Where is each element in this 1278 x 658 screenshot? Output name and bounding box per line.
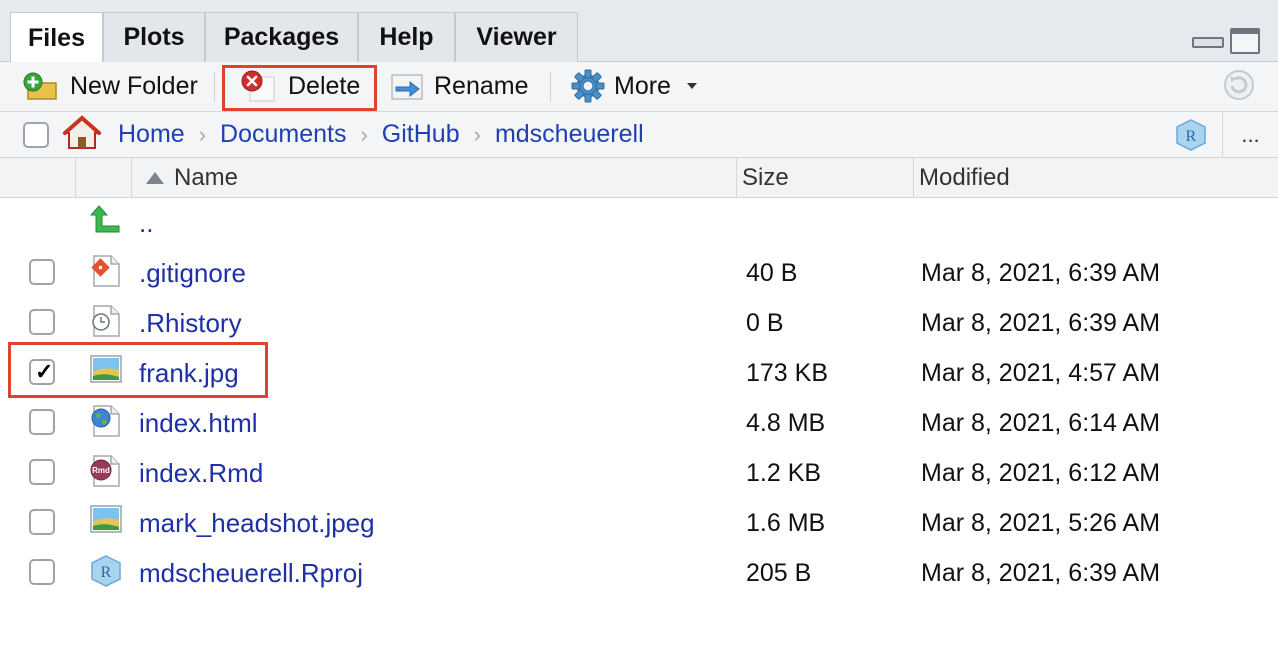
tab-help-label: Help <box>379 23 434 51</box>
tab-plots-label: Plots <box>123 23 185 51</box>
chevron-right-icon: › <box>360 121 368 147</box>
file-modified: Mar 8, 2021, 4:57 AM <box>921 359 1161 387</box>
rename-button[interactable]: Rename <box>390 62 529 110</box>
rmd-file-icon: Rmd <box>90 455 120 487</box>
breadcrumb-path: Home › Documents › GitHub › mdscheuerell <box>118 120 644 149</box>
row-checkbox[interactable] <box>29 559 55 585</box>
row-checkbox[interactable] <box>29 509 55 535</box>
tab-packages[interactable]: Packages <box>205 12 358 62</box>
rename-icon <box>391 74 423 100</box>
row-checkbox[interactable] <box>29 259 55 285</box>
tab-viewer[interactable]: Viewer <box>455 12 578 62</box>
table-row[interactable]: .gitignore 40 B Mar 8, 2021, 6:39 AM <box>0 248 1278 298</box>
file-name-link[interactable]: .gitignore <box>139 258 246 289</box>
caret-down-icon <box>686 83 697 89</box>
up-arrow-icon <box>89 205 120 233</box>
chevron-right-icon: › <box>473 121 481 147</box>
rproject-icon[interactable]: R <box>1174 118 1208 152</box>
file-size: 40 B <box>746 259 798 287</box>
new-folder-label: New Folder <box>70 71 198 100</box>
pane-tab-bar: Files Plots Packages Help Viewer <box>0 0 1278 63</box>
table-row[interactable]: R mdscheuerell.Rproj 205 B Mar 8, 2021, … <box>0 548 1278 598</box>
file-name-link[interactable]: .Rhistory <box>139 308 242 339</box>
svg-text:R: R <box>1186 128 1197 145</box>
column-header-size[interactable]: Size <box>742 158 789 198</box>
breadcrumb-github[interactable]: GitHub <box>382 120 460 149</box>
file-size: 205 B <box>746 559 812 587</box>
column-divider <box>736 158 737 198</box>
git-file-icon <box>91 255 120 287</box>
breadcrumb-documents[interactable]: Documents <box>220 120 346 149</box>
file-name-link[interactable]: index.html <box>139 408 258 439</box>
file-modified: Mar 8, 2021, 6:39 AM <box>921 259 1161 287</box>
svg-text:R: R <box>101 564 112 581</box>
table-row[interactable]: .Rhistory 0 B Mar 8, 2021, 6:39 AM <box>0 298 1278 348</box>
history-file-icon <box>92 305 120 337</box>
chevron-right-icon: › <box>198 121 207 147</box>
refresh-icon[interactable] <box>1222 68 1256 102</box>
parent-directory-row[interactable]: .. <box>0 198 1278 248</box>
column-header-modified[interactable]: Modified <box>919 158 1010 198</box>
table-row[interactable]: Rmd index.Rmd 1.2 KB Mar 8, 2021, 6:12 A… <box>0 448 1278 498</box>
selected-file-highlight-box <box>8 342 268 398</box>
column-divider <box>131 158 132 198</box>
toolbar-divider <box>550 72 551 102</box>
rproj-file-icon: R <box>91 555 121 587</box>
breadcrumb: Home › Documents › GitHub › mdscheuerell… <box>0 112 1278 158</box>
tab-packages-label: Packages <box>223 23 340 51</box>
file-size: 173 KB <box>746 359 829 387</box>
more-options-button[interactable]: ... <box>1222 112 1278 158</box>
tab-viewer-label: Viewer <box>476 23 557 51</box>
delete-highlight-box <box>222 65 377 111</box>
parent-directory-link[interactable]: .. <box>139 208 153 239</box>
files-toolbar: New Folder Delete Rename More <box>0 62 1278 112</box>
tab-files-label: Files <box>28 23 85 52</box>
file-size: 4.8 MB <box>746 409 826 437</box>
column-divider <box>75 158 76 198</box>
file-name-link[interactable]: index.Rmd <box>139 458 263 489</box>
row-checkbox[interactable] <box>29 409 55 435</box>
image-file-icon <box>90 505 122 533</box>
table-row[interactable]: index.html 4.8 MB Mar 8, 2021, 6:14 AM <box>0 398 1278 448</box>
file-modified: Mar 8, 2021, 6:39 AM <box>921 309 1161 337</box>
column-modified-label: Modified <box>919 164 1010 191</box>
file-list-header: Name Size Modified <box>0 158 1278 198</box>
file-name-link[interactable]: mdscheuerell.Rproj <box>139 558 363 589</box>
more-menu-button[interactable]: More <box>570 62 699 110</box>
column-divider <box>913 158 914 198</box>
row-checkbox[interactable] <box>29 459 55 485</box>
file-size: 0 B <box>746 309 784 337</box>
file-name-link[interactable]: mark_headshot.jpeg <box>139 508 375 539</box>
file-modified: Mar 8, 2021, 5:26 AM <box>921 509 1161 537</box>
file-size: 1.6 MB <box>746 509 826 537</box>
more-options-label: ... <box>1241 122 1260 147</box>
row-checkbox[interactable] <box>29 309 55 335</box>
select-all-checkbox[interactable] <box>23 122 49 148</box>
column-header-name[interactable]: Name <box>144 158 238 198</box>
table-row[interactable]: mark_headshot.jpeg 1.6 MB Mar 8, 2021, 5… <box>0 498 1278 548</box>
column-size-label: Size <box>742 164 789 191</box>
html-file-icon <box>91 405 120 437</box>
minimize-pane-button[interactable] <box>1192 28 1224 52</box>
maximize-pane-button[interactable] <box>1230 28 1260 54</box>
file-modified: Mar 8, 2021, 6:39 AM <box>921 559 1161 587</box>
file-modified: Mar 8, 2021, 6:12 AM <box>921 459 1161 487</box>
rename-label: Rename <box>434 71 529 100</box>
tab-files[interactable]: Files <box>10 12 103 63</box>
new-folder-icon <box>23 72 57 100</box>
new-folder-button[interactable]: New Folder <box>22 62 198 110</box>
more-label: More <box>614 71 671 100</box>
toolbar-divider <box>214 72 215 102</box>
file-size: 1.2 KB <box>746 459 822 487</box>
column-name-label: Name <box>174 164 239 191</box>
svg-text:Rmd: Rmd <box>92 466 110 475</box>
file-modified: Mar 8, 2021, 6:14 AM <box>921 409 1161 437</box>
tab-help[interactable]: Help <box>358 12 455 62</box>
tab-plots[interactable]: Plots <box>103 12 205 62</box>
breadcrumb-mdscheuerell[interactable]: mdscheuerell <box>495 120 644 149</box>
sort-ascending-icon <box>146 172 164 184</box>
gear-icon <box>571 69 605 103</box>
breadcrumb-home[interactable]: Home <box>118 120 185 149</box>
home-icon[interactable] <box>62 115 102 151</box>
